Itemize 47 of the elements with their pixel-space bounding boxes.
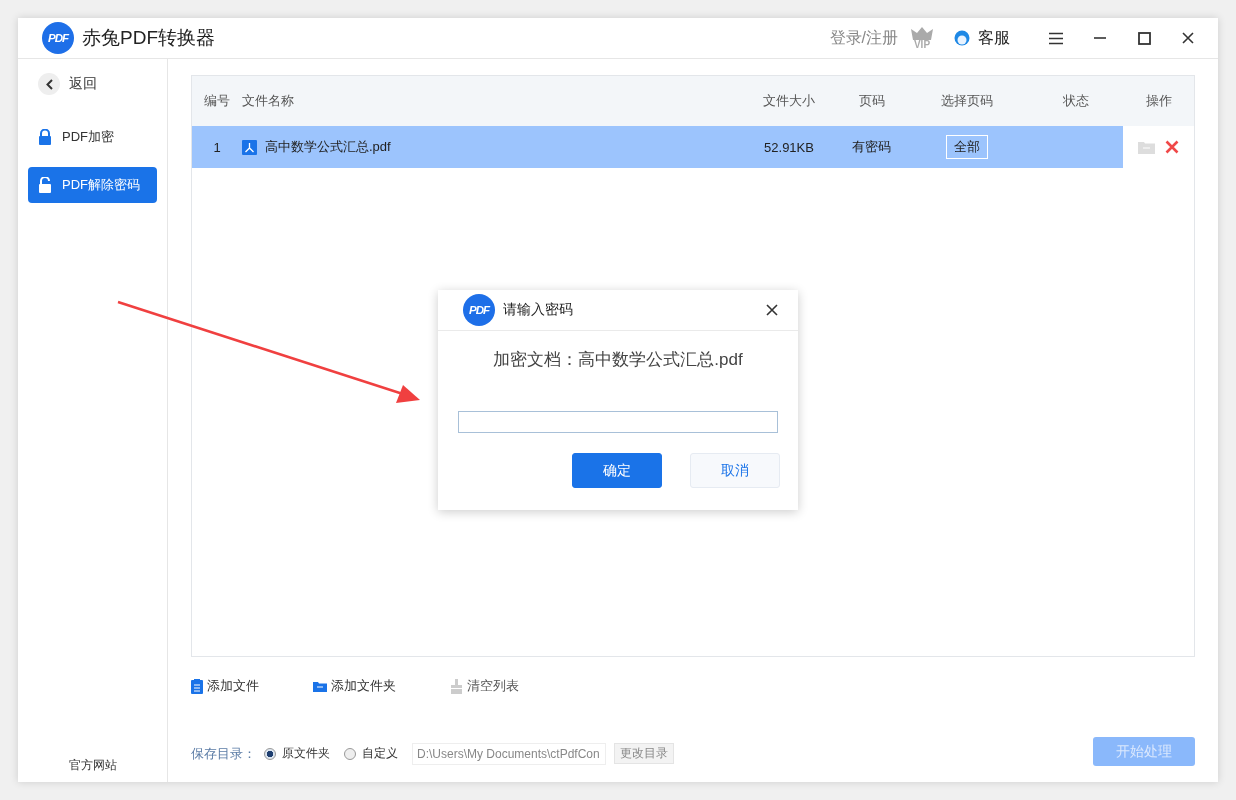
open-padlock-icon bbox=[38, 177, 52, 193]
page-select-button[interactable]: 全部 bbox=[945, 135, 988, 159]
close-icon bbox=[766, 304, 778, 316]
padlock-icon bbox=[38, 129, 52, 145]
dialog-message: 加密文档：高中数学公式汇总.pdf bbox=[492, 349, 744, 371]
column-header: 页码 bbox=[857, 92, 886, 110]
radio-option[interactable]: 自定义 bbox=[344, 745, 398, 762]
maximize-icon bbox=[1137, 31, 1151, 45]
official-site-link[interactable]: 官方网站 bbox=[28, 757, 157, 774]
minimize-icon bbox=[1094, 37, 1106, 39]
chevron-left-icon bbox=[45, 78, 53, 90]
window-title: 赤兔PDF转换器 bbox=[82, 26, 216, 50]
column-header: 文件大小 bbox=[762, 92, 816, 110]
save-directory-label: 保存目录： bbox=[191, 744, 256, 763]
app-logo: PDF bbox=[42, 22, 74, 54]
menu-icon bbox=[1048, 31, 1064, 45]
column-header: 状态 bbox=[1062, 92, 1090, 110]
login-link[interactable]: 登录/注册 bbox=[829, 27, 898, 49]
column-header: 编号 bbox=[203, 92, 231, 110]
customer-service-link[interactable]: 客服 bbox=[978, 27, 1010, 49]
toolbar-button[interactable]: 添加文件 bbox=[191, 677, 259, 695]
confirm-button[interactable]: 确定 bbox=[572, 453, 662, 488]
app-logo: PDF bbox=[463, 294, 495, 326]
brush-icon bbox=[450, 678, 463, 694]
password-field[interactable] bbox=[458, 411, 778, 433]
page-info: 有密码 bbox=[852, 138, 891, 156]
dialog-title: 请输入密码 bbox=[503, 301, 574, 319]
sidebar-item[interactable]: PDF加密 bbox=[28, 119, 157, 155]
folder-icon bbox=[313, 680, 327, 692]
path-field[interactable]: D:\Users\My Documents\ctPdfCon bbox=[412, 742, 606, 765]
column-header: 选择页码 bbox=[939, 92, 994, 110]
toolbar-button[interactable]: 添加文件夹 bbox=[313, 677, 396, 695]
delete-button[interactable] bbox=[1165, 140, 1179, 154]
table-row[interactable]: 1 高中数学公式汇总.pdf 52.91KB 有密码 全部 bbox=[192, 126, 1194, 168]
clipboard-icon bbox=[191, 678, 203, 694]
column-header: 文件名称 bbox=[242, 92, 295, 110]
close-icon bbox=[1182, 32, 1194, 44]
column-header: 操作 bbox=[1144, 92, 1173, 110]
file-name: 高中数学公式汇总.pdf bbox=[265, 138, 391, 156]
pdf-file-icon bbox=[242, 139, 257, 155]
file-size: 52.91KB bbox=[764, 139, 814, 155]
support-avatar-icon bbox=[954, 29, 970, 47]
sidebar-item[interactable]: PDF解除密码 bbox=[28, 167, 157, 203]
row-number: 1 bbox=[213, 139, 221, 155]
radio-option[interactable]: 原文件夹 bbox=[264, 745, 330, 762]
cancel-button[interactable]: 取消 bbox=[690, 453, 780, 488]
back-button[interactable]: 返回 bbox=[28, 71, 157, 97]
